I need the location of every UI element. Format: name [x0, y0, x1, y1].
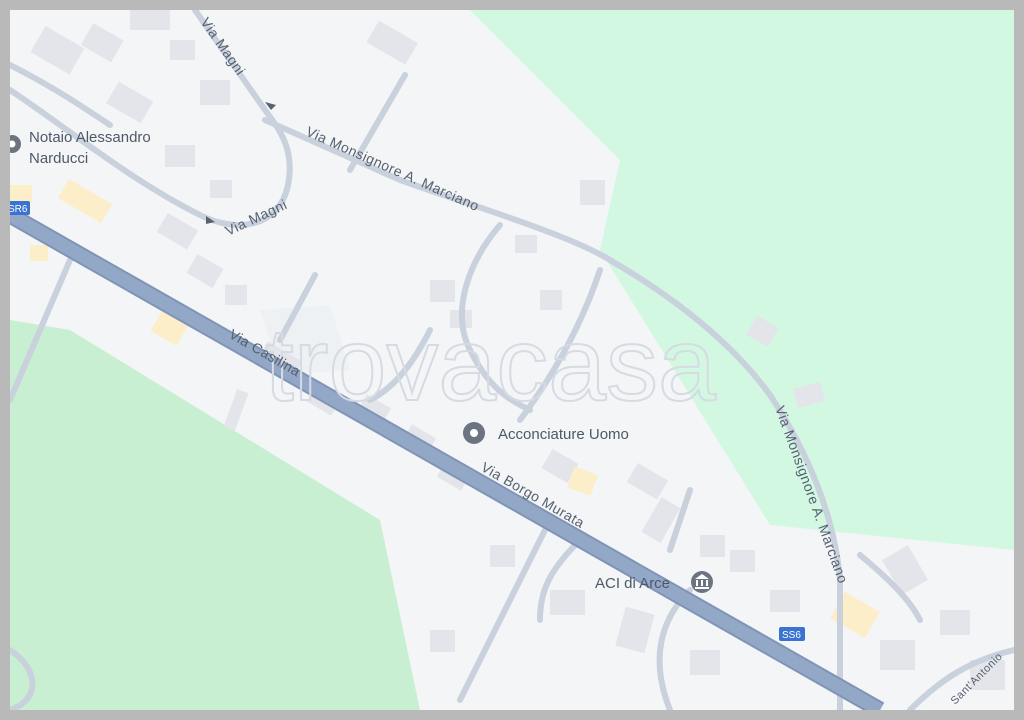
map-view[interactable]: trovacasa Via Magni Via Magni Via Monsig… — [10, 10, 1014, 710]
shield-ss6-label: SS6 — [782, 630, 801, 641]
building — [882, 545, 928, 595]
poi-notaio-label-line1: Notaio Alessandro — [29, 129, 151, 146]
building — [580, 180, 605, 205]
street-label-via-magni-bottom: Via Magni — [223, 196, 290, 239]
poi-aci-di-arce[interactable]: ACI di Arce — [595, 571, 713, 593]
building — [690, 650, 720, 675]
watermark: trovacasa — [265, 307, 716, 423]
poi-acconciature-uomo-label: Acconciature Uomo — [498, 426, 629, 443]
building — [626, 462, 669, 500]
building — [186, 253, 224, 289]
building — [223, 389, 249, 431]
shield-sr6-label: SR6 — [10, 204, 28, 215]
building — [940, 610, 970, 635]
bank-icon-base — [695, 587, 709, 589]
bank-icon-column — [706, 580, 708, 586]
building — [30, 26, 85, 75]
shield-sr6: SR6 — [10, 201, 30, 215]
building — [515, 235, 537, 253]
bank-icon-column — [701, 580, 703, 586]
building — [770, 590, 800, 612]
building — [130, 10, 170, 30]
building — [210, 180, 232, 198]
building — [170, 40, 195, 60]
street-label-via-monsignore-top: Via Monsignore A. Marciano — [304, 123, 482, 214]
map-canvas[interactable]: trovacasa Via Magni Via Magni Via Monsig… — [10, 10, 1014, 710]
building — [225, 285, 247, 305]
building — [165, 145, 195, 167]
poi-notaio[interactable]: Notaio Alessandro Narducci — [10, 129, 151, 167]
location-pin-icon-dot — [470, 429, 478, 437]
bank-icon-column — [696, 580, 698, 586]
building — [156, 212, 199, 250]
street-label-via-magni-top: Via Magni — [198, 15, 249, 79]
building — [880, 640, 915, 670]
building — [490, 545, 515, 567]
building — [366, 20, 418, 65]
map-frame: trovacasa Via Magni Via Magni Via Monsig… — [0, 0, 1024, 720]
poi-acconciature-uomo[interactable]: Acconciature Uomo — [463, 422, 629, 444]
building — [200, 80, 230, 105]
shield-ss6: SS6 — [779, 627, 805, 641]
poi-aci-di-arce-label: ACI di Arce — [595, 575, 670, 592]
building — [80, 23, 124, 63]
building — [430, 630, 455, 652]
building — [106, 81, 154, 124]
commercial-building — [30, 245, 48, 261]
minor-road — [10, 62, 113, 128]
building — [615, 606, 655, 654]
poi-notaio-label-line2: Narducci — [29, 150, 88, 167]
commercial-building — [10, 185, 32, 203]
building — [550, 590, 585, 615]
commercial-building — [57, 178, 113, 224]
building — [430, 280, 455, 302]
building — [730, 550, 755, 572]
building — [700, 535, 725, 557]
